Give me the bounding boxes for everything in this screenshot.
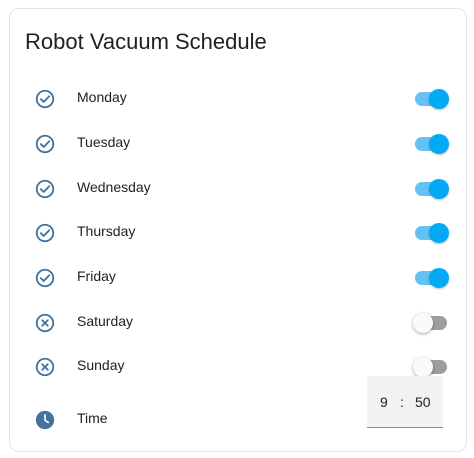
wednesday-toggle[interactable]	[413, 179, 449, 199]
day-label: Wednesday	[77, 179, 151, 195]
tuesday-toggle[interactable]	[413, 134, 449, 154]
day-row-tuesday: Tuesday	[10, 122, 466, 166]
day-label: Thursday	[77, 223, 136, 239]
day-row-monday: Monday	[10, 77, 466, 121]
clock-icon	[34, 409, 56, 431]
time-minute-field[interactable]: 50	[415, 394, 431, 410]
day-label: Saturday	[77, 313, 134, 329]
day-label: Sunday	[77, 357, 125, 373]
check-circle-icon	[34, 267, 56, 289]
day-row-thursday: Thursday	[10, 211, 466, 255]
close-circle-icon	[34, 312, 56, 334]
day-label: Tuesday	[77, 134, 131, 150]
card-title: Robot Vacuum Schedule	[25, 29, 267, 54]
friday-toggle[interactable]	[413, 268, 449, 288]
day-row-saturday: Saturday	[10, 301, 466, 345]
saturday-toggle[interactable]	[413, 313, 449, 333]
day-label: Friday	[77, 268, 116, 284]
check-circle-icon	[34, 178, 56, 200]
monday-toggle[interactable]	[413, 89, 449, 109]
day-row-wednesday: Wednesday	[10, 167, 466, 211]
thursday-toggle[interactable]	[413, 223, 449, 243]
check-circle-icon	[34, 88, 56, 110]
time-input[interactable]: 9 : 50	[367, 376, 443, 428]
day-row-friday: Friday	[10, 256, 466, 300]
sunday-toggle[interactable]	[413, 357, 449, 377]
time-label: Time	[77, 410, 108, 426]
time-separator: :	[400, 394, 404, 410]
check-circle-icon	[34, 222, 56, 244]
time-hour-field[interactable]: 9	[380, 394, 388, 410]
close-circle-icon	[34, 356, 56, 378]
day-label: Monday	[77, 89, 127, 105]
check-circle-icon	[34, 133, 56, 155]
